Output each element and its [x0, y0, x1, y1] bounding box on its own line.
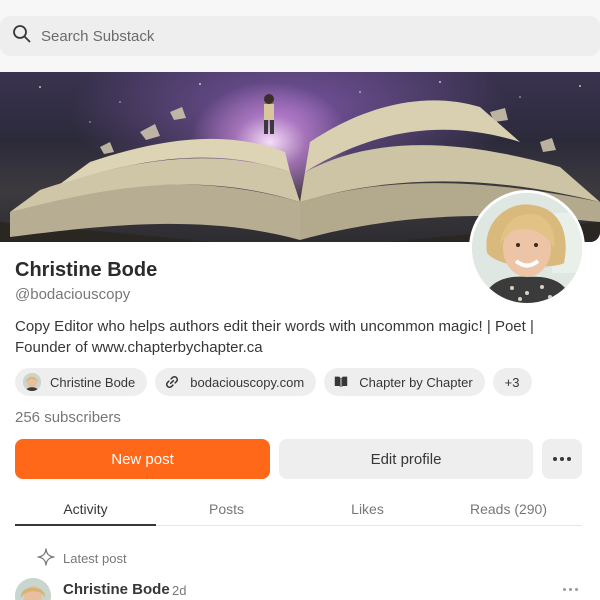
chip-publication[interactable]: Chapter by Chapter	[324, 368, 485, 396]
chip-website[interactable]: bodaciouscopy.com	[155, 368, 317, 396]
new-post-button[interactable]: New post	[15, 439, 270, 479]
feed-item[interactable]: Christine Bode 2d	[15, 578, 585, 600]
sparkle-icon	[37, 548, 63, 569]
tab-activity[interactable]: Activity	[15, 494, 156, 526]
search-bar[interactable]: Search Substack	[0, 16, 600, 56]
profile-handle: @bodaciouscopy	[15, 286, 131, 303]
link-icon	[163, 373, 181, 391]
edit-profile-button[interactable]: Edit profile	[279, 439, 533, 479]
chip-label: +3	[504, 374, 520, 390]
author-name[interactable]: Christine Bode	[63, 581, 170, 598]
post-timestamp: 2d	[172, 583, 187, 598]
profile-links: Christine Bode bodaciouscopy.com Chapter…	[15, 368, 532, 396]
search-input[interactable]: Search Substack	[41, 28, 154, 45]
chip-label: Christine Bode	[50, 374, 136, 390]
post-options-icon[interactable]	[563, 588, 578, 591]
tab-likes[interactable]: Likes	[297, 494, 438, 525]
tab-posts[interactable]: Posts	[156, 494, 297, 525]
avatar-icon	[23, 373, 41, 391]
top-bar: Search Substack	[0, 0, 600, 72]
chip-profile[interactable]: Christine Bode	[15, 368, 148, 396]
profile-avatar[interactable]	[469, 190, 585, 306]
author-avatar[interactable]	[15, 578, 51, 600]
more-options-button[interactable]	[542, 439, 582, 479]
tab-reads[interactable]: Reads (290)	[438, 494, 579, 525]
latest-post-text: Latest post	[63, 551, 127, 566]
chip-label: bodaciouscopy.com	[190, 374, 305, 390]
chip-more[interactable]: +3	[492, 368, 532, 396]
profile-tabs: Activity Posts Likes Reads (290)	[15, 494, 582, 526]
more-options-icon	[553, 457, 571, 461]
search-icon	[12, 24, 32, 49]
subscriber-count[interactable]: 256 subscribers	[15, 409, 121, 426]
profile-name: Christine Bode	[15, 259, 158, 281]
book-icon	[332, 373, 350, 391]
latest-post-label: Latest post	[37, 548, 127, 569]
profile-bio: Copy Editor who helps authors edit their…	[15, 318, 534, 356]
chip-label: Chapter by Chapter	[359, 374, 473, 390]
